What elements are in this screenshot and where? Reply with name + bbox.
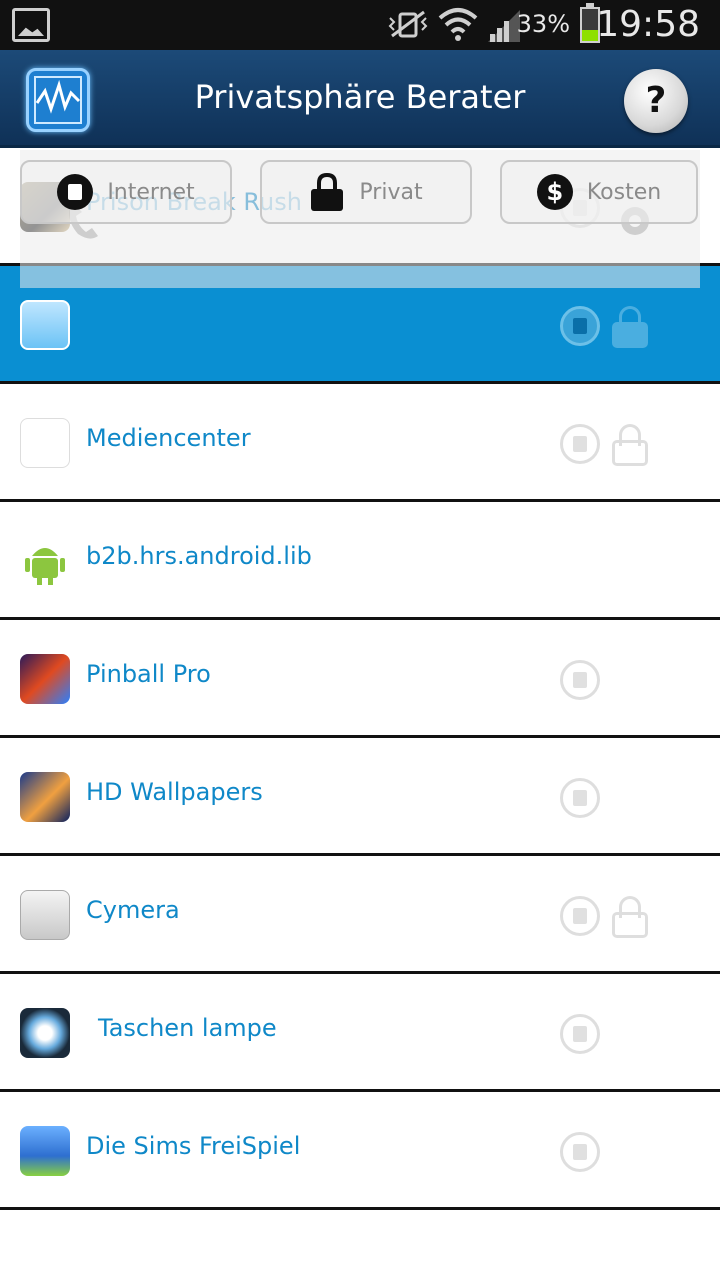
gallery-notification-icon	[12, 8, 50, 42]
list-item[interactable]: Die Sims FreiSpiel	[0, 1092, 720, 1210]
clock: 19:58	[596, 4, 700, 45]
internet-permission-icon	[560, 660, 600, 700]
vibrate-mute-icon	[388, 10, 428, 38]
app-name: Die Sims FreiSpiel	[86, 1132, 301, 1160]
wifi-icon	[438, 8, 478, 41]
t-mobile-mediencenter-icon	[20, 418, 70, 468]
app-name: HD Wallpapers	[86, 778, 263, 806]
help-button[interactable]: ?	[624, 69, 688, 133]
private-permission-lock-icon	[610, 306, 650, 348]
app-name: b2b.hrs.android.lib	[86, 542, 312, 570]
pinball-icon	[20, 654, 70, 704]
status-bar: 33% 19:58	[0, 0, 720, 50]
internet-permission-icon	[560, 896, 600, 936]
filter-costs-label: Kosten	[586, 179, 662, 205]
dollar-icon: $	[536, 174, 573, 210]
internet-permission-icon	[560, 778, 600, 818]
battery-percent: 33%	[516, 10, 570, 38]
flashlight-icon	[20, 1008, 70, 1058]
app-name: Pinball Pro	[86, 660, 211, 688]
private-permission-lock-icon	[610, 896, 650, 938]
app-name: Mediencenter	[86, 424, 251, 452]
wallpapers-icon	[20, 772, 70, 822]
list-item[interactable]: Taschen lampe	[0, 974, 720, 1092]
lock-icon	[311, 173, 344, 211]
action-bar: Privatsphäre Berater ?	[0, 50, 720, 148]
list-item[interactable]: Cymera	[0, 856, 720, 974]
list-item[interactable]: HD Wallpapers	[0, 738, 720, 856]
filter-private-label: Privat	[359, 179, 423, 205]
filter-bar: Internet Privat $ Kosten	[20, 150, 700, 288]
internet-permission-icon	[560, 1014, 600, 1054]
sparkasse-icon	[20, 300, 70, 350]
camera-icon	[20, 890, 70, 940]
app-name: Cymera	[86, 896, 180, 924]
internet-permission-icon	[560, 424, 600, 464]
list-item[interactable]: Pinball Pro	[0, 620, 720, 738]
internet-permission-icon	[560, 1132, 600, 1172]
sim-icon	[57, 174, 94, 210]
android-icon	[20, 536, 70, 586]
filter-private-button[interactable]: Privat	[260, 160, 472, 224]
filter-internet-button[interactable]: Internet	[20, 160, 232, 224]
filter-costs-button[interactable]: $ Kosten	[500, 160, 698, 224]
list-item[interactable]: b2b.hrs.android.lib	[0, 502, 720, 620]
sims-icon	[20, 1126, 70, 1176]
internet-permission-icon	[560, 306, 600, 346]
signal-icon	[488, 10, 520, 42]
filter-internet-label: Internet	[107, 179, 195, 205]
private-permission-lock-icon	[610, 424, 650, 466]
list-item[interactable]: Mediencenter	[0, 384, 720, 502]
page-title: Privatsphäre Berater	[194, 78, 526, 116]
app-name: Taschen lampe	[98, 1014, 277, 1042]
